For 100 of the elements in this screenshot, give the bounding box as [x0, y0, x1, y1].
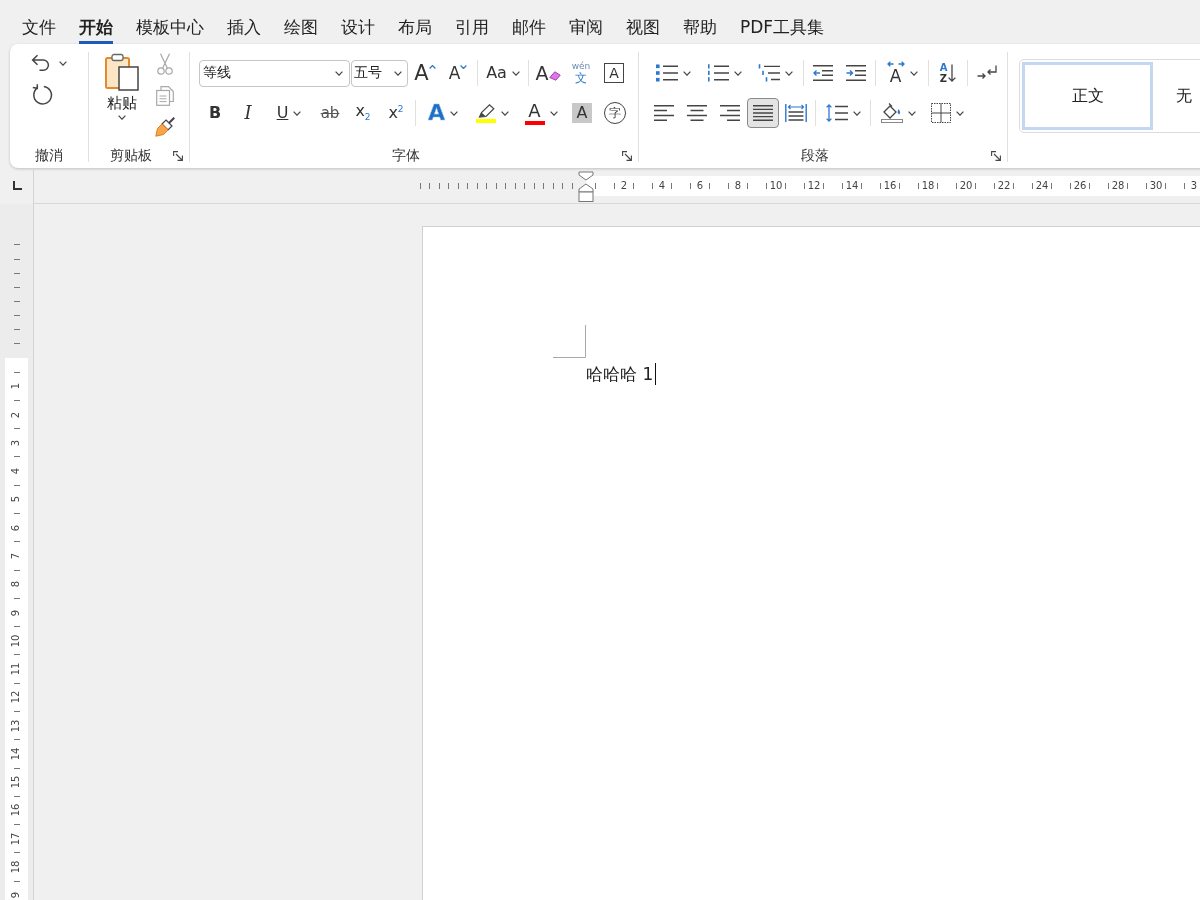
clear-formatting-button[interactable]: A — [532, 58, 564, 88]
menu-tab[interactable]: 帮助 — [683, 10, 717, 44]
ruler-number: 3 — [1190, 181, 1198, 191]
group-label: 剪贴板 — [109, 147, 153, 165]
circular-arrow-icon — [31, 84, 53, 106]
menu-tab[interactable]: 设计 — [341, 10, 375, 44]
double-arrow-icon — [886, 61, 905, 67]
group-label: 段落 — [800, 147, 830, 165]
justify-icon — [753, 105, 773, 121]
tab-stop-icon[interactable] — [11, 181, 22, 191]
menu-tab[interactable]: PDF工具集 — [740, 10, 825, 44]
menu-tab[interactable]: 模板中心 — [136, 10, 204, 44]
line-spacing-icon — [825, 104, 848, 122]
menu-tab[interactable]: 视图 — [626, 10, 660, 44]
grow-font-button[interactable]: A — [409, 58, 441, 88]
ruler-number: 22 — [997, 181, 1011, 191]
ruler-number: 16 — [11, 804, 22, 817]
phonetic-guide-button[interactable]: wén 文 — [565, 58, 597, 88]
font-size-dropdown[interactable]: 五号 — [351, 59, 408, 87]
ruler-number: 5 — [11, 496, 22, 503]
shrink-font-button[interactable]: A — [442, 58, 474, 88]
multilevel-list-icon — [757, 64, 780, 82]
ruler-number: 6 — [11, 524, 22, 531]
menu-tab[interactable]: 绘图 — [284, 10, 318, 44]
indent-icon — [846, 65, 866, 81]
ruler-number: 4 — [11, 467, 22, 475]
strikethrough-button[interactable]: ab — [314, 98, 346, 128]
ruler-number: 17 — [11, 832, 22, 846]
ruler-number: 8 — [734, 181, 742, 191]
bulleted-list-icon — [655, 64, 678, 82]
menu-tab[interactable]: 审阅 — [569, 10, 603, 44]
ruler-number: 20 — [959, 181, 973, 191]
align-center-icon — [687, 105, 707, 121]
font-name-dropdown[interactable]: 等线 — [199, 59, 350, 87]
menu-tab[interactable]: 邮件 — [512, 10, 546, 44]
change-case-button[interactable]: Aa — [481, 58, 525, 88]
justify-button[interactable] — [747, 98, 779, 128]
ruler-number: 2 — [620, 181, 628, 191]
asian-layout-button[interactable]: A — [879, 58, 925, 88]
ruler-number: 10 — [11, 634, 22, 648]
ruler-number: 13 — [11, 719, 22, 732]
align-left-icon — [654, 105, 674, 121]
corner-arrow-icon[interactable] — [991, 151, 1001, 161]
ruler-number: 8 — [11, 581, 22, 588]
ruler-number: 9 — [11, 892, 22, 899]
ruler-number: 14 — [11, 747, 22, 761]
character-border-button[interactable]: A — [598, 58, 630, 88]
hook-arrow-icon — [31, 54, 51, 72]
paint-bucket-icon — [880, 103, 903, 123]
ruler-number: 10 — [769, 181, 783, 191]
subscript-button[interactable]: x$_{2}$ — [347, 98, 379, 128]
character-shading-button[interactable]: A — [566, 98, 598, 128]
sort-button[interactable]: A Z — [932, 58, 964, 88]
marker-pen-icon — [476, 103, 495, 118]
ruler-number: 12 — [11, 691, 22, 704]
align-right-icon — [720, 105, 740, 121]
document-text: 哈哈哈 1 — [586, 363, 654, 385]
ruler-number: 6 — [696, 181, 704, 191]
indent-marker-icon[interactable] — [578, 171, 594, 203]
ruler-number: 2 — [11, 411, 22, 418]
menu-tab[interactable]: 插入 — [227, 10, 261, 44]
down-arrow-icon — [948, 64, 957, 82]
menu-tab[interactable]: 文件 — [22, 10, 56, 44]
underline-button[interactable]: U — [265, 98, 313, 128]
return-arrow-icon — [977, 65, 997, 81]
group-label: 字体 — [391, 147, 421, 165]
ruler-number: 16 — [883, 181, 897, 191]
ruler-number: 18 — [921, 181, 935, 191]
text-cursor — [655, 363, 657, 385]
ruler-number: 9 — [11, 609, 22, 616]
paste-button[interactable]: 粘贴 — [100, 52, 144, 132]
italic-button[interactable]: I — [232, 98, 264, 128]
documents-icon — [156, 85, 174, 106]
outdent-icon — [813, 65, 833, 81]
style-tile[interactable]: 正文 — [1022, 62, 1153, 130]
ruler-number: 12 — [807, 181, 821, 191]
menu-tab[interactable]: 引用 — [455, 10, 489, 44]
group-label: 撤消 — [34, 147, 64, 165]
border-grid-icon — [930, 103, 951, 123]
clipboard-icon — [105, 53, 139, 91]
ruler-number: 26 — [1073, 181, 1087, 191]
bold-button[interactable]: B — [199, 98, 231, 128]
caret-icon — [394, 70, 402, 76]
caret-down-icon — [460, 65, 468, 69]
font-color-button[interactable]: A — [517, 98, 565, 128]
corner-arrow-icon[interactable] — [622, 151, 632, 161]
text-effects-button[interactable]: A — [419, 98, 467, 128]
ruler-number: 24 — [1035, 181, 1049, 191]
paintbrush-icon — [155, 117, 175, 137]
corner-arrow-icon[interactable] — [173, 151, 183, 161]
ruler-number: 1 — [11, 383, 22, 390]
caret-up-icon — [428, 65, 436, 69]
ruler-number: 4 — [658, 181, 666, 191]
ruler-number: 30 — [1149, 181, 1163, 191]
ruler-number: 15 — [11, 775, 22, 789]
corner-mark-icon — [553, 325, 586, 358]
menu-tab[interactable]: 布局 — [398, 10, 432, 44]
superscript-button[interactable]: x$^{2}$ — [380, 98, 412, 128]
numbered-list-icon — [706, 64, 729, 82]
ruler-number: 11 — [11, 662, 22, 676]
